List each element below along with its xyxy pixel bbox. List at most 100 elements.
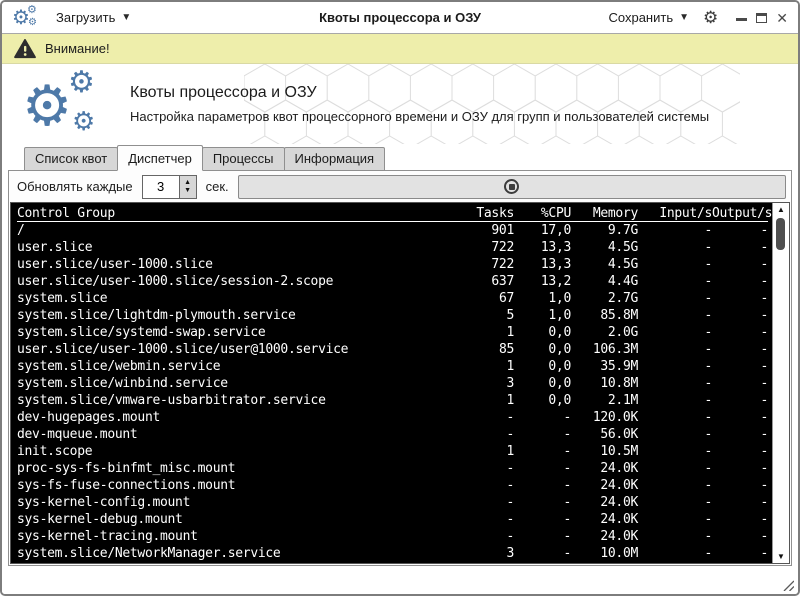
- table-cell: system.slice/winbind.service: [17, 375, 442, 392]
- settings-gear-icon[interactable]: ⚙: [703, 9, 718, 26]
- table-cell: 1: [442, 324, 514, 341]
- table-cell: dev-hugepages.mount: [17, 409, 442, 426]
- table-cell: 10.5M: [571, 443, 638, 460]
- table-cell: 1: [442, 443, 514, 460]
- table-cell: 1: [442, 392, 514, 409]
- table-cell: -: [638, 511, 712, 528]
- refresh-interval-spinner[interactable]: ▲ ▼: [142, 175, 197, 199]
- cgroup-table: Control Group Tasks %CPU Memory Input/s …: [10, 202, 790, 564]
- table-row[interactable]: system.slice/vmware-usbarbitrator.servic…: [17, 392, 768, 409]
- table-cell: -: [638, 324, 712, 341]
- table-row[interactable]: user.slice/user-1000.slice72213,34.5G--: [17, 256, 768, 273]
- spinner-down-icon[interactable]: ▼: [184, 187, 191, 195]
- table-cell: 0,0: [514, 324, 571, 341]
- table-cell: user.slice/user-1000.slice/session-2.sco…: [17, 273, 442, 290]
- spinner-up-icon[interactable]: ▲: [184, 179, 191, 187]
- table-cell: -: [638, 222, 712, 239]
- table-row[interactable]: system.slice/lightdm-plymouth.service51,…: [17, 307, 768, 324]
- table-row[interactable]: /90117,09.7G--: [17, 222, 768, 239]
- table-row[interactable]: system.slice/webmin.service10,035.9M--: [17, 358, 768, 375]
- table-header: Control Group Tasks %CPU Memory Input/s …: [17, 205, 768, 222]
- table-cell: 17,0: [514, 222, 571, 239]
- table-cell: system.slice/vmware-usbarbitrator.servic…: [17, 392, 442, 409]
- table-row[interactable]: init.scope1-10.5M--: [17, 443, 768, 460]
- table-cell: 4.5G: [571, 239, 638, 256]
- table-cell: proc-sys-fs-binfmt_misc.mount: [17, 460, 442, 477]
- table-cell: 120.0K: [571, 409, 638, 426]
- table-cell: 901: [442, 222, 514, 239]
- load-button[interactable]: Загрузить ▼: [56, 10, 131, 25]
- table-row[interactable]: system.slice/NetworkManager.service3-10.…: [17, 545, 768, 562]
- tab-dispatcher[interactable]: Диспетчер: [117, 145, 203, 171]
- save-button-label: Сохранить: [609, 10, 674, 25]
- dispatcher-panel: Обновлять каждые ▲ ▼ сек. Control Group …: [8, 170, 792, 566]
- table-cell: 1,0: [514, 290, 571, 307]
- resize-grip-icon[interactable]: [782, 579, 794, 591]
- scrollbar-track[interactable]: [773, 216, 789, 550]
- column-header-tasks: Tasks: [442, 205, 514, 221]
- app-gears-icon: ⚙ ⚙ ⚙: [12, 5, 42, 31]
- table-cell: 4.4G: [571, 273, 638, 290]
- table-cell: 24.0K: [571, 460, 638, 477]
- table-cell: -: [442, 511, 514, 528]
- refresh-interval-input[interactable]: [143, 176, 179, 198]
- table-cell: sys-kernel-tracing.mount: [17, 528, 442, 545]
- table-cell: 24.0K: [571, 528, 638, 545]
- table-row[interactable]: system.slice/systemd-swap.service10,02.0…: [17, 324, 768, 341]
- table-cell: -: [638, 443, 712, 460]
- scroll-up-icon[interactable]: ▲: [773, 203, 789, 216]
- table-cell: 637: [442, 273, 514, 290]
- tab-bar: Список квот Диспетчер Процессы Информаци…: [2, 144, 798, 171]
- title-bar: ⚙ ⚙ ⚙ Загрузить ▼ Квоты процессора и ОЗУ…: [2, 2, 798, 34]
- minimize-icon[interactable]: [736, 18, 747, 21]
- table-row[interactable]: system.slice/winbind.service30,010.8M--: [17, 375, 768, 392]
- table-cell: -: [514, 511, 571, 528]
- table-cell: 3: [442, 545, 514, 562]
- table-cell: -: [638, 239, 712, 256]
- table-cell: user.slice: [17, 239, 442, 256]
- table-row[interactable]: user.slice/user-1000.slice/session-2.sco…: [17, 273, 768, 290]
- tab-processes[interactable]: Процессы: [202, 147, 285, 171]
- table-cell: 3: [442, 375, 514, 392]
- table-row[interactable]: dev-mqueue.mount--56.0K--: [17, 426, 768, 443]
- table-cell: sys-fs-fuse-connections.mount: [17, 477, 442, 494]
- table-row[interactable]: proc-sys-fs-binfmt_misc.mount--24.0K--: [17, 460, 768, 477]
- table-row[interactable]: user.slice/user-1000.slice/user@1000.ser…: [17, 341, 768, 358]
- table-cell: 9.7G: [571, 222, 638, 239]
- refresh-controls: Обновлять каждые ▲ ▼ сек.: [9, 171, 791, 202]
- table-cell: 10.8M: [571, 375, 638, 392]
- table-row[interactable]: dev-hugepages.mount--120.0K--: [17, 409, 768, 426]
- table-cell: -: [442, 477, 514, 494]
- scrollbar-thumb[interactable]: [776, 218, 785, 250]
- table-cell: -: [638, 290, 712, 307]
- table-cell: 0,0: [514, 392, 571, 409]
- table-cell: -: [638, 273, 712, 290]
- load-button-label: Загрузить: [56, 10, 115, 25]
- table-cell: 35.9M: [571, 358, 638, 375]
- table-row[interactable]: user.slice72213,34.5G--: [17, 239, 768, 256]
- table-row[interactable]: system.slice671,02.7G--: [17, 290, 768, 307]
- warning-icon: [14, 39, 36, 59]
- scroll-down-icon[interactable]: ▼: [773, 550, 789, 563]
- close-icon[interactable]: ✕: [776, 11, 788, 25]
- maximize-icon[interactable]: [756, 13, 767, 23]
- table-scrollbar[interactable]: ▲ ▼: [772, 203, 789, 563]
- table-row[interactable]: sys-kernel-tracing.mount--24.0K--: [17, 528, 768, 545]
- table-cell: -: [442, 528, 514, 545]
- tab-information[interactable]: Информация: [284, 147, 386, 171]
- table-cell: /: [17, 222, 442, 239]
- table-cell: 85: [442, 341, 514, 358]
- table-cell: 4.5G: [571, 256, 638, 273]
- table-row[interactable]: sys-fs-fuse-connections.mount--24.0K--: [17, 477, 768, 494]
- table-cell: user.slice/user-1000.slice: [17, 256, 442, 273]
- table-cell: 5: [442, 307, 514, 324]
- table-row[interactable]: sys-kernel-debug.mount--24.0K--: [17, 511, 768, 528]
- table-cell: 722: [442, 239, 514, 256]
- tab-quota-list[interactable]: Список квот: [24, 147, 118, 171]
- table-cell: -: [638, 256, 712, 273]
- stop-icon[interactable]: [504, 179, 519, 194]
- table-cell: 85.8M: [571, 307, 638, 324]
- gear-icon: ⚙: [72, 108, 95, 134]
- table-row[interactable]: sys-kernel-config.mount--24.0K--: [17, 494, 768, 511]
- save-button[interactable]: Сохранить ▼: [609, 10, 690, 25]
